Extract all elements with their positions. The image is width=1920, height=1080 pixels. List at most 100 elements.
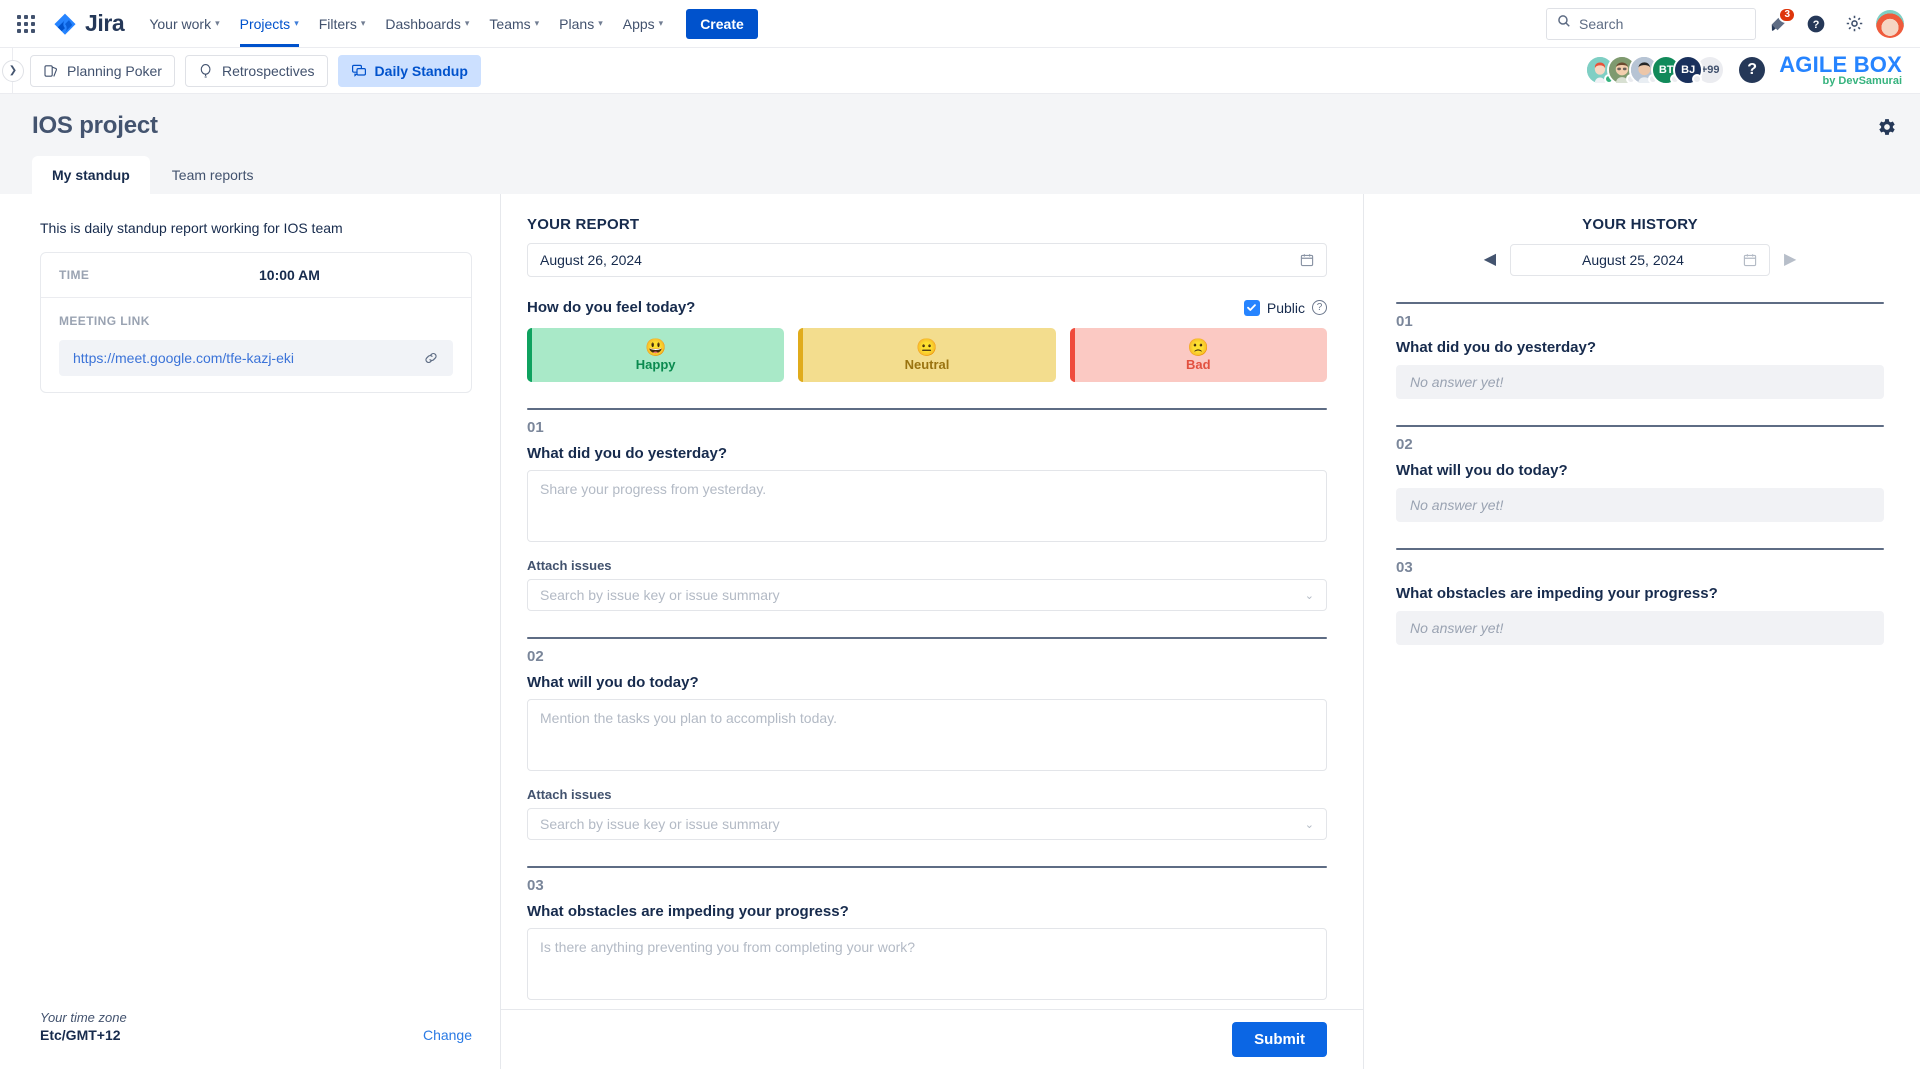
addon-help-button[interactable]: ?	[1739, 57, 1766, 84]
timezone-block: Your time zone Etc/GMT+12 Change	[40, 1010, 472, 1043]
global-search-box[interactable]	[1546, 7, 1756, 40]
nav-item-dashboards[interactable]: Dashboards ▾	[376, 1, 478, 47]
chevron-down-icon: ▾	[598, 18, 603, 28]
nav-item-apps[interactable]: Apps ▾	[614, 1, 672, 47]
mood-option-happy[interactable]: 😃 Happy	[527, 328, 785, 382]
standup-description: This is daily standup report working for…	[40, 220, 343, 236]
feel-question-label: How do you feel today?	[527, 299, 696, 316]
brand-tagline: by DevSamurai	[1822, 75, 1902, 88]
nav-item-label: Your work	[149, 15, 212, 32]
question-divider	[527, 866, 1327, 868]
project-settings-gear-icon[interactable]	[1876, 116, 1898, 143]
answer-textarea-03[interactable]	[527, 928, 1327, 1000]
chevron-down-icon: ▾	[360, 18, 366, 28]
meeting-link-label: MEETING LINK	[59, 314, 150, 328]
public-checkbox[interactable]	[1243, 299, 1260, 316]
mood-option-bad[interactable]: 🙁 Bad	[1069, 328, 1327, 382]
attach-issues-select-02[interactable]: Search by issue key or issue summary ⌄	[527, 808, 1327, 840]
history-divider	[1396, 548, 1884, 550]
mood-accent-bar	[1069, 328, 1075, 382]
neutral-face-icon: 😐	[916, 337, 938, 357]
create-button[interactable]: Create	[686, 8, 758, 39]
tab-label: My standup	[52, 167, 130, 183]
jira-mark-icon	[52, 11, 78, 37]
standup-content: This is daily standup report working for…	[0, 194, 1920, 1069]
sidebar-expand-button[interactable]: ❯	[2, 59, 24, 82]
attach-issues-placeholder: Search by issue key or issue summary	[540, 816, 780, 832]
meeting-link-box: https://meet.google.com/tfe-kazj-eki	[59, 340, 453, 376]
triangle-right-icon[interactable]: ▶	[1784, 252, 1796, 268]
mood-accent-bar	[527, 328, 532, 382]
tab-team-reports[interactable]: Team reports	[152, 156, 274, 194]
copy-link-icon[interactable]	[423, 350, 439, 366]
avatar-initials-bj[interactable]: BJ	[1673, 55, 1704, 86]
report-date-picker[interactable]: August 26, 2024	[527, 243, 1327, 277]
happy-face-icon: 😃	[645, 337, 667, 357]
app-switcher-icon[interactable]	[10, 8, 42, 40]
mood-label: Happy	[635, 356, 676, 372]
nav-item-teams[interactable]: Teams ▾	[480, 1, 548, 47]
agile-box-brand[interactable]: AGILE BOX by DevSamurai	[1779, 53, 1902, 88]
sad-face-icon: 🙁	[1187, 337, 1209, 357]
timezone-row: Etc/GMT+12 Change	[40, 1027, 472, 1043]
svg-text:?: ?	[1813, 19, 1820, 31]
your-history-panel: YOUR HISTORY ◀ August 25, 2024 ▶ 01 What…	[1364, 194, 1920, 1069]
question-text: What will you do today?	[527, 674, 699, 691]
presence-dot	[1692, 74, 1703, 85]
public-label: Public	[1266, 299, 1305, 316]
nav-item-label: Dashboards	[385, 15, 461, 32]
nav-item-plans[interactable]: Plans ▾	[550, 1, 612, 47]
user-profile-avatar[interactable]	[1876, 9, 1904, 38]
triangle-left-icon[interactable]: ◀	[1484, 252, 1496, 268]
tool-tab-planning-poker[interactable]: Planning Poker	[30, 54, 175, 87]
question-number: 03	[527, 877, 544, 894]
timezone-label: Your time zone	[40, 1010, 127, 1025]
attach-issues-label: Attach issues	[527, 558, 612, 573]
timezone-value: Etc/GMT+12	[40, 1027, 121, 1043]
question-number: 01	[527, 419, 544, 436]
tab-my-standup[interactable]: My standup	[32, 156, 150, 194]
jira-home-logo[interactable]: Jira	[52, 10, 125, 37]
history-answer: No answer yet!	[1396, 488, 1884, 522]
nav-item-projects[interactable]: Projects ▾	[231, 1, 308, 47]
history-number: 03	[1396, 559, 1413, 576]
history-date-picker[interactable]: August 25, 2024	[1510, 244, 1770, 276]
nav-item-filters[interactable]: Filters ▾	[310, 1, 375, 47]
nav-item-your-work[interactable]: Your work ▾	[140, 1, 228, 47]
change-timezone-link[interactable]: Change	[423, 1027, 472, 1043]
report-footer: Submit	[501, 1009, 1363, 1069]
search-input[interactable]	[1579, 15, 1745, 32]
submit-button[interactable]: Submit	[1232, 1022, 1327, 1057]
tool-tab-label: Planning Poker	[67, 62, 162, 79]
mood-option-neutral[interactable]: 😐 Neutral	[798, 328, 1056, 382]
tool-tab-label: Daily Standup	[374, 62, 468, 79]
answer-textarea-02[interactable]	[527, 699, 1327, 771]
settings-button[interactable]	[1838, 8, 1870, 40]
meeting-time-row: TIME 10:00 AM	[41, 253, 471, 298]
answer-textarea-01[interactable]	[527, 470, 1327, 542]
app-toolbar: ❯ Planning Poker Retrospectives Daily St…	[0, 48, 1920, 94]
meeting-card: TIME 10:00 AM MEETING LINK https://meet.…	[40, 252, 472, 393]
notifications-button[interactable]: 3	[1762, 6, 1796, 40]
history-entry-02: 02 What will you do today? No answer yet…	[1396, 425, 1884, 522]
report-scroll-area[interactable]: YOUR REPORT August 26, 2024 How do you f…	[501, 194, 1363, 1009]
meeting-link[interactable]: https://meet.google.com/tfe-kazj-eki	[73, 350, 294, 366]
mood-selector: 😃 Happy 😐 Neutral 🙁 Bad	[527, 328, 1327, 382]
tool-tab-retrospectives[interactable]: Retrospectives	[184, 54, 328, 87]
help-button[interactable]: ?	[1800, 8, 1832, 40]
question-block-01: 01 What did you do yesterday? Attach iss…	[527, 408, 1327, 611]
question-divider	[527, 408, 1327, 410]
jira-wordmark: Jira	[85, 10, 125, 36]
page-header: IOS project My standup Team reports	[0, 94, 1920, 194]
question-block-02: 02 What will you do today? Attach issues…	[527, 637, 1327, 840]
public-help-icon[interactable]: ?	[1312, 300, 1327, 315]
nav-item-label: Apps	[622, 15, 655, 32]
question-text: What did you do yesterday?	[527, 445, 728, 462]
chevron-down-icon: ⌄	[1304, 589, 1314, 602]
attach-issues-select-01[interactable]: Search by issue key or issue summary ⌄	[527, 579, 1327, 611]
tool-tab-daily-standup[interactable]: Daily Standup	[337, 54, 481, 87]
history-date-navigator: ◀ August 25, 2024 ▶	[1396, 244, 1884, 276]
chevron-down-icon: ▾	[464, 18, 470, 28]
search-icon	[1557, 14, 1571, 33]
history-answer: No answer yet!	[1396, 611, 1884, 645]
